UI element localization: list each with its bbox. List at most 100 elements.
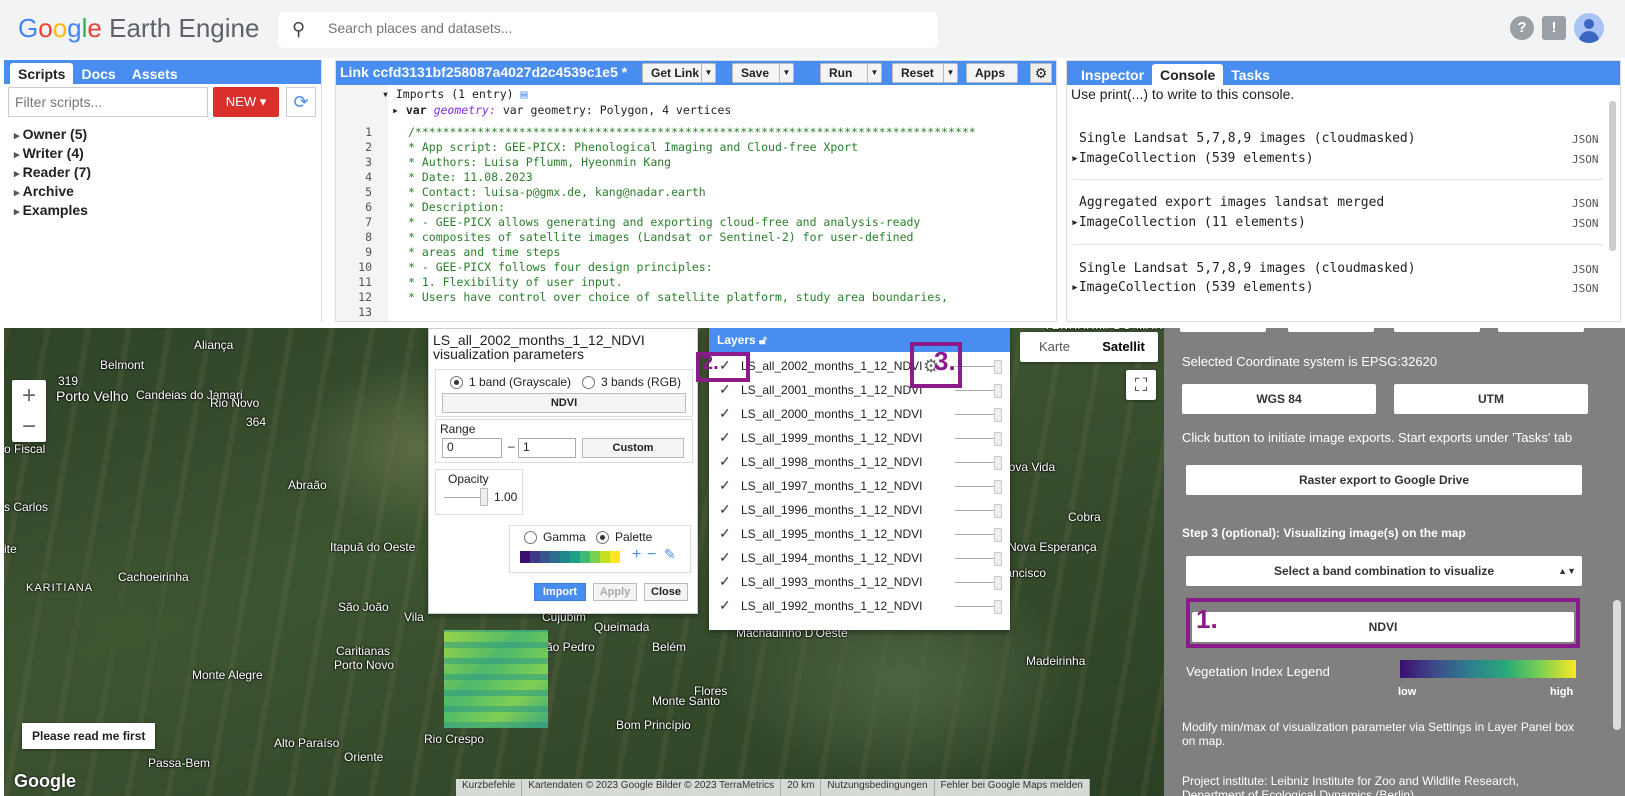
- footer-terms[interactable]: Nutzungsbedingungen: [821, 779, 935, 796]
- palette-swatches[interactable]: [520, 551, 620, 563]
- checkbox-icon[interactable]: ✓: [719, 430, 734, 445]
- layer-opacity-knob[interactable]: [994, 456, 1002, 470]
- json-tag[interactable]: JSON: [1572, 263, 1599, 276]
- read-me-button[interactable]: Please read me first: [22, 723, 156, 749]
- palette-swatch[interactable]: [570, 551, 580, 563]
- footer-shortcuts[interactable]: Kurzbefehle: [456, 779, 523, 796]
- tab-console[interactable]: Console: [1152, 64, 1224, 85]
- palette-swatch[interactable]: [550, 551, 560, 563]
- code-line[interactable]: 11 * 1. Flexibility of user input.: [336, 275, 1036, 290]
- chevron-down-icon[interactable]: ▼: [701, 64, 715, 82]
- palette-swatch[interactable]: [540, 551, 550, 563]
- code-line[interactable]: 4 * Date: 11.08.2023: [336, 170, 1036, 185]
- layer-opacity-knob[interactable]: [994, 480, 1002, 494]
- map-type-satellit[interactable]: Satellit: [1089, 332, 1158, 362]
- layer-opacity-slider[interactable]: [955, 510, 999, 511]
- chevron-down-icon[interactable]: ▼: [867, 64, 881, 82]
- layer-row[interactable]: ✓ LS_all_1996_months_1_12_NDVI: [709, 498, 1009, 522]
- layer-opacity-slider[interactable]: [955, 390, 999, 391]
- import-button[interactable]: Import: [534, 583, 586, 601]
- utm-button[interactable]: UTM: [1394, 384, 1588, 414]
- radio-icon[interactable]: [450, 376, 463, 390]
- console-entry-value[interactable]: ▸ImageCollection (539 elements): [1071, 280, 1314, 295]
- checkbox-icon[interactable]: ✓: [719, 598, 734, 613]
- palette-swatch[interactable]: [590, 551, 600, 563]
- palette-swatch[interactable]: [560, 551, 570, 563]
- layer-row[interactable]: ✓ LS_all_1993_months_1_12_NDVI: [709, 570, 1009, 594]
- palette-swatch[interactable]: [530, 551, 540, 563]
- tab-inspector[interactable]: Inspector: [1073, 64, 1152, 85]
- lock-icon[interactable]: 🔓︎: [759, 333, 767, 347]
- json-tag[interactable]: JSON: [1572, 153, 1599, 166]
- console-entry-value[interactable]: ▸ImageCollection (539 elements): [1071, 151, 1314, 166]
- layer-row[interactable]: ✓ LS_all_2001_months_1_12_NDVI: [709, 378, 1009, 402]
- help-icon[interactable]: ?: [1510, 16, 1534, 40]
- checkbox-icon[interactable]: ✓: [719, 526, 734, 541]
- layer-opacity-slider[interactable]: [955, 462, 999, 463]
- layer-row[interactable]: ✓ LS_all_2000_months_1_12_NDVI: [709, 402, 1009, 426]
- layer-opacity-slider[interactable]: [955, 582, 999, 583]
- radio-icon[interactable]: [582, 376, 595, 390]
- code-line[interactable]: 10 * - GEE-PICX follows four design princ…: [336, 260, 1036, 275]
- layer-opacity-knob[interactable]: [994, 552, 1002, 566]
- search-input[interactable]: [328, 20, 908, 36]
- radio-icon[interactable]: [596, 531, 609, 545]
- add-color-icon[interactable]: +: [632, 546, 641, 564]
- chevron-down-icon[interactable]: ▼: [943, 64, 957, 82]
- band-select[interactable]: NDVI: [442, 393, 686, 413]
- layer-opacity-knob[interactable]: [994, 360, 1002, 374]
- map-view[interactable]: MutumAliançaBelmont319Porto VelhoCandeia…: [4, 328, 1164, 796]
- palette-swatch[interactable]: [610, 551, 620, 563]
- side-top-button[interactable]: [1288, 322, 1374, 332]
- radio-icon[interactable]: [524, 531, 537, 545]
- var-geometry-line[interactable]: ▸ var geometry: var geometry: Polygon, 4…: [392, 103, 731, 117]
- layer-row[interactable]: ✓ LS_all_1992_months_1_12_NDVI: [709, 594, 1009, 618]
- opacity-slider[interactable]: [444, 497, 484, 498]
- layer-opacity-slider[interactable]: [955, 558, 999, 559]
- layer-row[interactable]: ✓ LS_all_1995_months_1_12_NDVI: [709, 522, 1009, 546]
- side-top-button[interactable]: [1394, 322, 1480, 332]
- tab-assets[interactable]: Assets: [124, 63, 186, 84]
- tree-examples[interactable]: Examples: [14, 202, 88, 218]
- layer-opacity-slider[interactable]: [955, 606, 999, 607]
- palette-swatch[interactable]: [520, 551, 530, 563]
- feedback-icon[interactable]: !: [1542, 16, 1566, 40]
- zoom-out-icon[interactable]: −: [12, 411, 46, 442]
- fullscreen-icon[interactable]: ⛶: [1126, 370, 1156, 400]
- layers-header[interactable]: Layers 🔓︎: [709, 328, 1010, 352]
- json-tag[interactable]: JSON: [1572, 133, 1599, 146]
- layer-opacity-slider[interactable]: [955, 414, 999, 415]
- checkbox-icon[interactable]: ✓: [719, 550, 734, 565]
- layer-row[interactable]: ✓ LS_all_1998_months_1_12_NDVI: [709, 450, 1009, 474]
- json-tag[interactable]: JSON: [1572, 282, 1599, 295]
- save-button[interactable]: Save ▼: [732, 63, 794, 83]
- checkbox-icon[interactable]: ✓: [719, 502, 734, 517]
- json-tag[interactable]: JSON: [1572, 217, 1599, 230]
- tree-archive[interactable]: Archive: [14, 183, 74, 199]
- layer-opacity-knob[interactable]: [994, 408, 1002, 422]
- apply-button[interactable]: Apply: [593, 583, 637, 601]
- json-tag[interactable]: JSON: [1572, 197, 1599, 210]
- layer-row[interactable]: ✓ LS_all_1997_months_1_12_NDVI: [709, 474, 1009, 498]
- band-combination-select[interactable]: Select a band combination to visualize ▲▼: [1186, 556, 1582, 586]
- checkbox-icon[interactable]: ✓: [719, 406, 734, 421]
- code-line[interactable]: 9 * areas and time steps: [336, 245, 1036, 260]
- layer-opacity-knob[interactable]: [994, 528, 1002, 542]
- imports-line[interactable]: ▾ Imports (1 entry) ▤: [382, 87, 527, 101]
- checkbox-icon[interactable]: ✓: [719, 574, 734, 589]
- layer-opacity-knob[interactable]: [994, 432, 1002, 446]
- code-line[interactable]: 13: [336, 305, 1036, 320]
- new-button[interactable]: NEW ▾: [213, 87, 279, 117]
- layer-opacity-knob[interactable]: [994, 504, 1002, 518]
- tree-reader[interactable]: Reader (7): [14, 164, 91, 180]
- scrollbar[interactable]: [1609, 101, 1616, 251]
- layer-row[interactable]: ✓ LS_all_1994_months_1_12_NDVI: [709, 546, 1009, 570]
- earth-engine-logo[interactable]: Google Earth Engine: [18, 13, 259, 44]
- layer-row[interactable]: ✓ LS_all_2002_months_1_12_NDVI: [709, 354, 1009, 378]
- remove-color-icon[interactable]: −: [647, 546, 656, 564]
- tab-tasks[interactable]: Tasks: [1223, 64, 1278, 85]
- palette-swatch[interactable]: [580, 551, 590, 563]
- range-max-input[interactable]: 1: [518, 438, 576, 458]
- range-mode-select[interactable]: Custom: [582, 438, 684, 458]
- filter-scripts-input[interactable]: [8, 87, 208, 117]
